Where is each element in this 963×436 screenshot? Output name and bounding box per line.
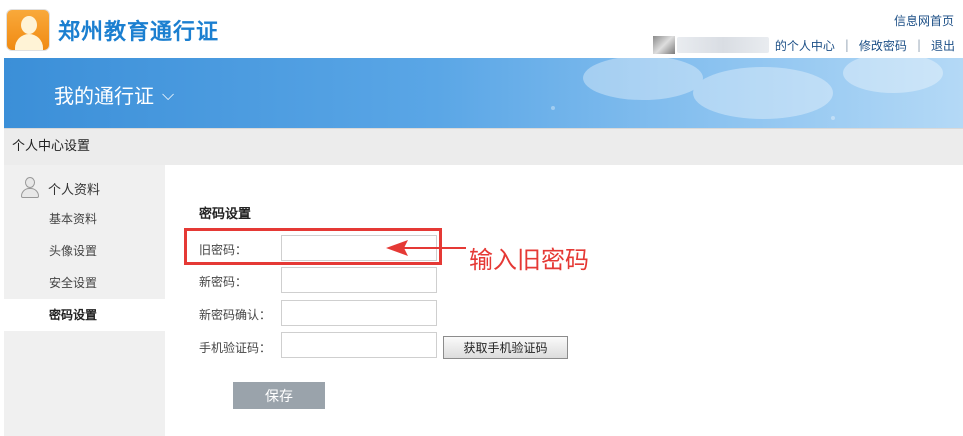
divider: | bbox=[916, 38, 921, 52]
new-password-label: 新密码： bbox=[199, 275, 248, 289]
new-password-input[interactable] bbox=[281, 267, 437, 293]
sms-code-input[interactable] bbox=[281, 332, 437, 358]
top-header: 郑州教育通行证 信息网首页 的个人中心 | 修改密码 | 退出 bbox=[0, 0, 963, 58]
banner-title-text: 我的通行证 bbox=[54, 84, 154, 108]
banner: 我的通行证 ⌵ bbox=[4, 58, 963, 128]
home-link[interactable]: 信息网首页 bbox=[894, 12, 954, 29]
get-sms-code-button[interactable]: 获取手机验证码 bbox=[443, 336, 568, 359]
world-map-decoration bbox=[551, 58, 943, 120]
form-title: 密码设置 bbox=[199, 207, 252, 222]
passport-dropdown[interactable]: 我的通行证 ⌵ bbox=[54, 80, 174, 109]
user-avatar bbox=[652, 36, 675, 54]
confirm-password-input[interactable] bbox=[281, 300, 437, 326]
sidebar-item-avatar-settings[interactable]: 头像设置 bbox=[4, 235, 165, 267]
user-bar: 的个人中心 | 修改密码 | 退出 bbox=[652, 36, 955, 54]
logout-link[interactable]: 退出 bbox=[931, 37, 955, 54]
sms-code-label: 手机验证码： bbox=[199, 341, 272, 355]
sidebar: 个人资料 基本资料 头像设置 安全设置 密码设置 bbox=[4, 165, 165, 436]
sidebar-group-label: 个人资料 bbox=[48, 182, 101, 198]
user-center-link[interactable]: 的个人中心 bbox=[775, 37, 835, 54]
section-title: 个人中心设置 bbox=[4, 128, 963, 165]
change-password-link[interactable]: 修改密码 bbox=[859, 37, 907, 54]
divider: | bbox=[844, 38, 849, 52]
username-redacted bbox=[676, 37, 769, 53]
sidebar-item-password-settings[interactable]: 密码设置 bbox=[4, 299, 165, 331]
sidebar-item-basic-info[interactable]: 基本资料 bbox=[4, 203, 165, 235]
annotation-arrow-icon bbox=[386, 240, 466, 256]
sidebar-item-security-settings[interactable]: 安全设置 bbox=[4, 267, 165, 299]
chevron-down-icon: ⌵ bbox=[162, 84, 175, 104]
annotation-text: 输入旧密码 bbox=[469, 246, 589, 274]
user-icon bbox=[20, 177, 40, 199]
sidebar-group-profile: 个人资料 bbox=[20, 177, 100, 199]
logo-person-icon bbox=[6, 9, 50, 51]
confirm-password-label: 新密码确认： bbox=[199, 308, 272, 322]
brand-title: 郑州教育通行证 bbox=[58, 20, 220, 45]
save-button[interactable]: 保存 bbox=[233, 382, 325, 409]
